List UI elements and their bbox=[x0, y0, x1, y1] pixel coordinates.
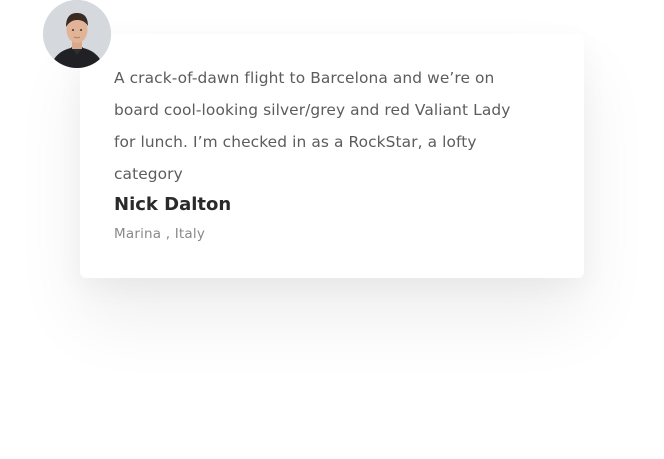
user-photo-avatar-icon bbox=[43, 0, 111, 68]
author-location: Marina , Italy bbox=[114, 226, 206, 242]
avatar bbox=[43, 0, 111, 68]
author-name: Nick Dalton bbox=[114, 194, 232, 215]
testimonial-quote: A crack-of-dawn flight to Barcelona and … bbox=[114, 69, 511, 183]
